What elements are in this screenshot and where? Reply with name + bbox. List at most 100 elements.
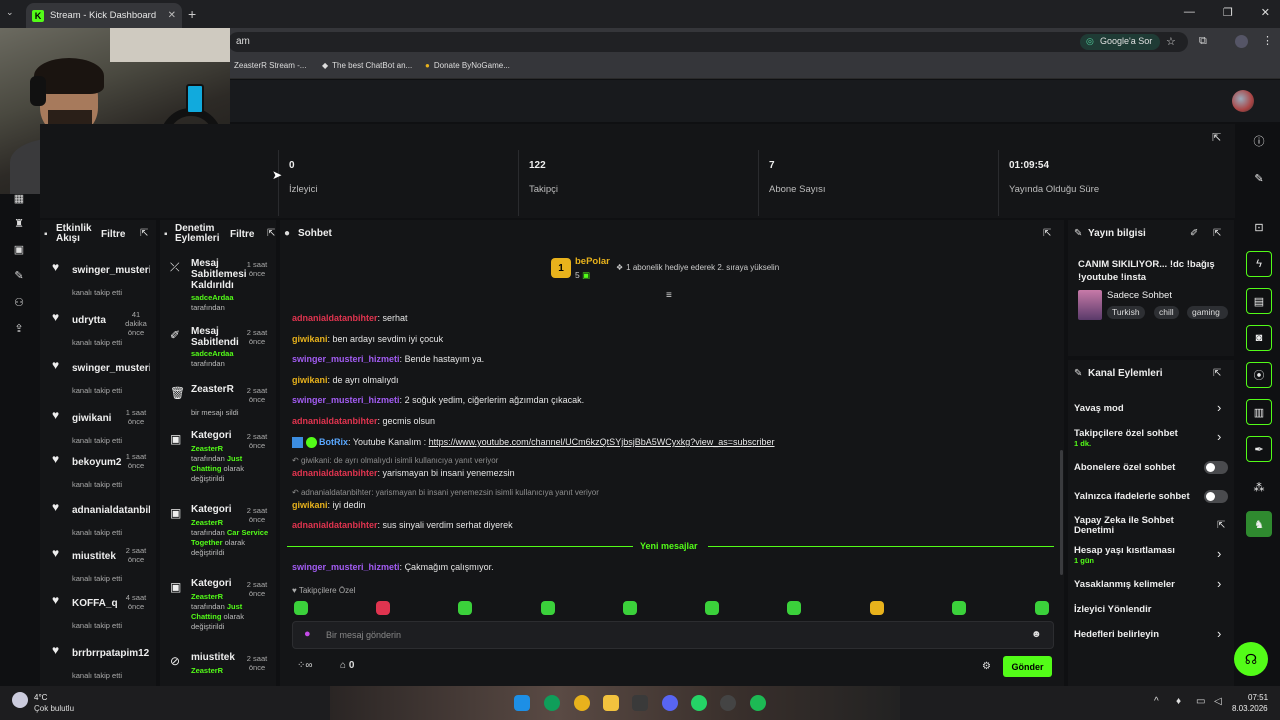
chevron-right-icon[interactable]: › [1217,576,1221,591]
chevron-right-icon[interactable]: › [1217,626,1221,641]
activity-username[interactable]: swinger_musteri [72,265,150,276]
tag-pill[interactable]: Turkish [1107,306,1145,319]
activity-popout-icon[interactable]: ⇱ [140,228,148,239]
microphone-tray-icon[interactable]: ♦ [1176,696,1181,707]
emote-icon[interactable] [870,601,884,615]
minimize-icon[interactable]: — [1184,6,1195,19]
activity-username[interactable]: miustitek [72,551,122,562]
activity-username[interactable]: bekoyum2 [72,457,122,468]
clock-time[interactable]: 07:51 [1248,693,1268,702]
goals-item[interactable]: Hedefleri belirleyin [1074,629,1159,640]
chevron-right-icon[interactable]: › [1217,429,1221,444]
stream-info-popout-icon[interactable]: ⇱ [1213,228,1221,239]
tab-close-icon[interactable]: ✕ [168,10,176,21]
users-icon[interactable]: ⚇ [12,296,26,309]
chevron-right-icon[interactable]: › [1217,546,1221,561]
raid-item[interactable]: İzleyici Yönlendir [1074,604,1151,615]
chevron-right-icon[interactable]: › [1217,400,1221,415]
chat-username[interactable]: giwikani [292,334,328,344]
emote-icon[interactable] [294,601,308,615]
game-icon[interactable]: ♞ [1246,511,1272,537]
youtube-link[interactable]: https://www.youtube.com/channel/UCm6kzQt… [429,437,775,447]
external-link-icon[interactable]: ⇱ [1217,520,1225,531]
activity-username[interactable]: KOFFA_q [72,598,122,609]
wrench-icon[interactable]: ✎ [12,269,26,282]
whatsapp-icon[interactable] [691,695,707,711]
emote-chat-toggle[interactable] [1204,490,1228,503]
edge-icon[interactable] [544,695,560,711]
bookmark-item[interactable]: ZeasterR Stream -... [234,61,306,70]
pencil-icon[interactable]: ✎ [1246,165,1272,191]
emoji-icon[interactable]: ☻ [1031,629,1042,640]
calendar-icon[interactable]: ▦ [12,192,26,205]
kick-points-icon[interactable]: ⁘∞ [297,660,313,671]
chat-username[interactable]: swinger_musteri_hizmeti [292,354,400,364]
new-tab-icon[interactable]: + [188,6,196,22]
activity-username[interactable]: brrbrrpatapim12 [72,648,150,659]
chrome-icon[interactable] [574,695,590,711]
bookmark-item[interactable]: ● Donate ByNoGame... [425,61,510,70]
community-icon[interactable]: ⁂ [1246,474,1272,500]
activity-filter-button[interactable]: Filtre [101,229,125,240]
subs-chat-toggle[interactable] [1204,461,1228,474]
emote-icon[interactable] [541,601,555,615]
video-icon[interactable]: ▣ [12,243,26,256]
broadcast-icon[interactable]: ⦿ [1246,362,1272,388]
volume-icon[interactable]: ◁ [1214,696,1222,707]
emote-icon[interactable] [376,601,390,615]
lightning-icon[interactable]: ϟ [1246,251,1272,277]
ai-moderation-item[interactable]: Yapay Zeka ile Sohbet Denetimi [1074,516,1194,536]
profile-icon[interactable] [1235,35,1248,48]
address-input[interactable]: am [228,32,1188,52]
file-explorer-icon[interactable] [603,695,619,711]
document-icon[interactable]: ▤ [1246,288,1272,314]
tag-pill[interactable]: chill [1154,306,1179,319]
drag-handle-icon[interactable]: ▪ [44,229,48,240]
google-ask-button[interactable]: ◎ Google'a Sor [1080,34,1161,50]
category-name[interactable]: Sadece Sohbet [1107,290,1172,301]
tag-pill[interactable]: gaming [1187,306,1228,319]
chat-scrollbar[interactable] [1060,450,1063,575]
chat-icon[interactable]: ◙ [1246,325,1272,351]
discord-icon[interactable] [662,695,678,711]
activity-username[interactable]: giwikani [72,413,122,424]
edit-icon[interactable]: ✐ [1190,228,1198,239]
info-icon[interactable]: ⓘ [1246,128,1272,154]
category-thumbnail[interactable] [1078,290,1102,320]
banned-words-item[interactable]: Yasaklanmış kelimeler [1074,579,1175,590]
channel-actions-popout-icon[interactable]: ⇱ [1213,368,1221,379]
network-icon[interactable]: ▭ [1196,696,1205,707]
followers-chat-item[interactable]: Takipçilere özel sohbet 1 dk. [1074,428,1178,448]
browser-tab[interactable]: K Stream - Kick Dashboard ✕ [26,3,182,28]
activity-username[interactable]: udrytta [72,315,122,326]
pinned-user[interactable]: bePolar [575,256,610,267]
activity-username[interactable]: adnanialdatanbil [72,505,150,516]
browser-menu-icon[interactable]: ⋮ [1262,34,1273,47]
emote-icon[interactable] [458,601,472,615]
weather-temp[interactable]: 4°C [34,693,47,702]
emote-icon[interactable] [787,601,801,615]
chat-username[interactable]: adnanialdatanbihter [292,313,378,323]
tools-icon[interactable]: ✒ [1246,436,1272,462]
drag-handle-icon[interactable]: ▪ [164,229,168,240]
emote-icon[interactable] [952,601,966,615]
maximize-icon[interactable]: ❐ [1223,6,1233,19]
start-icon[interactable] [514,695,530,711]
support-headset-button[interactable]: ☊ [1234,642,1268,676]
extensions-icon[interactable]: ⧉ [1199,35,1207,48]
close-window-icon[interactable]: ✕ [1261,6,1270,19]
emote-icon[interactable] [623,601,637,615]
moderation-filter-button[interactable]: Filtre [230,229,254,240]
chat-username[interactable]: swinger_musteri_hizmeti [292,395,400,405]
chat-input[interactable] [292,621,1054,649]
send-button[interactable]: Gönder [1003,656,1052,677]
emote-icon[interactable] [1035,601,1049,615]
shop-icon[interactable]: ⌂ 0 [340,660,354,671]
focus-icon[interactable]: ⊡ [1246,214,1272,240]
trophy-icon[interactable]: ♜ [12,217,26,230]
popout-icon[interactable]: ⇱ [1212,131,1221,144]
tab-list-icon[interactable]: ⌄ [6,7,14,18]
user-avatar[interactable] [1232,90,1254,112]
activity-username[interactable]: swinger_musteri [72,363,150,374]
chat-username[interactable]: giwikani [292,375,328,385]
